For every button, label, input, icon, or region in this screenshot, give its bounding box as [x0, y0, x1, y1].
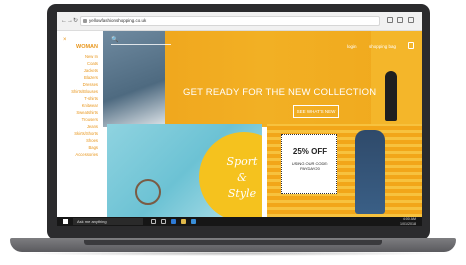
shopping-bag-icon[interactable]	[408, 42, 414, 49]
promo-tile-sport[interactable]: Sport & Style	[107, 124, 262, 221]
taskbar-search-placeholder: Ask me anything	[77, 219, 107, 224]
edge-browser-icon[interactable]	[171, 219, 176, 224]
sidebar-item-knitwear[interactable]: Knitwear	[71, 102, 98, 109]
refresh-button[interactable]: ↻	[73, 17, 78, 25]
hero-photo-denim	[103, 31, 165, 127]
store-icon[interactable]	[191, 219, 196, 224]
url-text: yellowfashionshopping.co.uk	[89, 18, 147, 23]
clock-time: 4:00 AM	[402, 217, 416, 221]
share-icon[interactable]	[397, 17, 403, 23]
sale-title: 25% OFF	[292, 147, 328, 156]
close-icon[interactable]: ×	[63, 37, 67, 43]
laptop-shadow	[20, 251, 446, 256]
sidebar-item-skirts-shorts[interactable]: Skirts/Shorts	[71, 130, 98, 137]
taskbar: Ask me anything 4:00 AM 1/01/2018	[57, 217, 422, 226]
promo-word-sport: Sport	[226, 155, 258, 168]
sidebar-item-blazers[interactable]: Blazers	[71, 74, 98, 81]
model-overalls	[355, 130, 385, 214]
sidebar-item-t-shirts[interactable]: T-shirts	[71, 95, 98, 102]
taskbar-search-input[interactable]: Ask me anything	[73, 218, 143, 225]
sidebar-item-jeans[interactable]: Jeans	[71, 123, 98, 130]
laptop-screen: ← → ↻ yellowfashionshopping.co.uk × WOMA…	[57, 12, 422, 226]
laptop-scene: ← → ↻ yellowfashionshopping.co.uk × WOMA…	[0, 0, 466, 265]
sidebar-list: New In Coats Jackets Blazers Dresses Shi…	[71, 53, 98, 158]
windows-start-icon[interactable]	[63, 219, 68, 224]
taskbar-clock[interactable]: 4:00 AM 1/01/2018	[400, 217, 416, 226]
browser-toolbar: ← → ↻ yellowfashionshopping.co.uk	[57, 12, 422, 31]
promo-tile-sale[interactable]: 25% OFF USING OUR CODE: PAYDAY20	[267, 124, 422, 221]
clock-date: 1/01/2018	[400, 221, 416, 226]
search-input[interactable]: 🔍	[111, 36, 171, 45]
sidebar-item-dresses[interactable]: Dresses	[71, 81, 98, 88]
sidebar-item-trousers[interactable]: Trousers	[71, 116, 98, 123]
sidebar-item-shoes[interactable]: Shoes	[71, 137, 98, 144]
sidebar-item-shirts-blouses[interactable]: Shirts/Blouses	[71, 88, 98, 95]
sidebar-item-new-in[interactable]: New In	[71, 53, 98, 60]
promo-word-and: &	[237, 171, 247, 184]
promo-sport-title: Sport & Style	[207, 154, 262, 202]
basketball-hoop	[135, 179, 161, 205]
sidebar-title: WOMAN	[76, 44, 98, 50]
sale-card: 25% OFF USING OUR CODE: PAYDAY20	[281, 134, 337, 194]
see-whats-new-button[interactable]: SEE WHAT'S NEW	[293, 105, 339, 118]
model-figure	[385, 71, 397, 121]
favorites-icon[interactable]	[387, 17, 393, 23]
sale-subtitle: USING OUR CODE: PAYDAY20	[291, 161, 329, 171]
sidebar-item-accessories[interactable]: Accessories	[71, 151, 98, 158]
promo-word-style: Style	[227, 187, 257, 200]
laptop-hinge	[84, 240, 382, 245]
address-bar[interactable]: yellowfashionshopping.co.uk	[80, 16, 380, 26]
shopping-bag-link[interactable]: shopping bag	[369, 44, 396, 49]
task-view-icon[interactable]	[161, 219, 166, 224]
microphone-icon[interactable]	[151, 219, 156, 224]
more-icon[interactable]	[408, 17, 414, 23]
sidebar-item-coats[interactable]: Coats	[71, 60, 98, 67]
category-sidebar: × WOMAN New In Coats Jackets Blazers Dre…	[57, 31, 103, 217]
search-icon[interactable]: 🔍	[111, 36, 118, 43]
sidebar-item-jackets[interactable]: Jackets	[71, 67, 98, 74]
sidebar-item-bags[interactable]: Bags	[71, 144, 98, 151]
hero-headline: GET READY FOR THE NEW COLLECTION	[183, 87, 377, 98]
lock-icon	[83, 19, 87, 23]
file-explorer-icon[interactable]	[181, 219, 186, 224]
login-link[interactable]: login	[347, 44, 357, 49]
hero-banner: 🔍 login shopping bag GET READY FOR THE N…	[103, 31, 422, 127]
sidebar-item-sweatshirts[interactable]: Sweatshirts	[71, 109, 98, 116]
